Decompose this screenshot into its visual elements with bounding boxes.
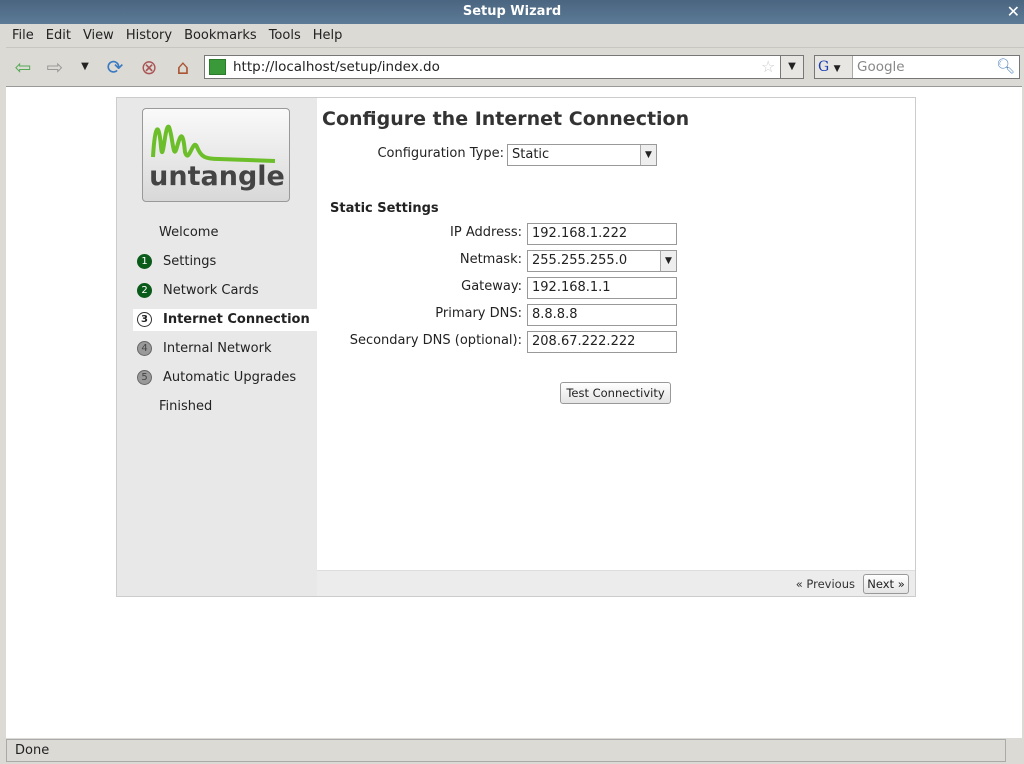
search-placeholder: Google [857, 59, 905, 75]
search-engine-icon[interactable]: G ▼ [815, 56, 853, 78]
netmask-input[interactable]: 255.255.255.0 ▼ [527, 250, 677, 272]
test-connectivity-button[interactable]: Test Connectivity [560, 382, 671, 404]
step-number-icon: 5 [137, 370, 152, 385]
step-internet-connection[interactable]: 3 Internet Connection [133, 309, 317, 331]
menu-tools[interactable]: Tools [263, 24, 307, 48]
step-settings[interactable]: 1 Settings [133, 251, 317, 273]
chevron-down-icon[interactable]: ▼ [640, 145, 656, 165]
step-network-cards[interactable]: 2 Network Cards [133, 280, 317, 302]
menu-edit[interactable]: Edit [40, 24, 77, 48]
close-icon[interactable]: ✕ [1007, 0, 1020, 24]
config-type-label: Configuration Type: [377, 146, 504, 161]
secondary-dns-optional-input[interactable]: 208.67.222.222 [527, 331, 677, 353]
url-input[interactable]: http://localhost/setup/index.do ☆ [204, 55, 804, 79]
wizard-footer: « Previous Next » [317, 570, 915, 596]
window-title: Setup Wizard [462, 4, 562, 19]
stop-icon[interactable]: ⊗ [136, 55, 162, 79]
field-label: Gateway: [461, 279, 522, 294]
window-titlebar: Setup Wizard [0, 0, 1024, 24]
menu-view[interactable]: View [77, 24, 120, 48]
step-welcome[interactable]: Welcome [133, 222, 317, 244]
bookmark-star-icon[interactable]: ☆ [761, 56, 775, 78]
menu-bookmarks[interactable]: Bookmarks [178, 24, 263, 48]
status-text: Done [15, 743, 50, 758]
field-value: 255.255.255.0 [532, 253, 628, 268]
logo-text: untangle [149, 161, 285, 192]
page-title: Configure the Internet Connection [322, 108, 690, 130]
menu-history[interactable]: History [120, 24, 178, 48]
step-internal-network[interactable]: 4 Internal Network [133, 338, 317, 360]
field-label: Primary DNS: [435, 306, 522, 321]
field-value: 192.168.1.1 [532, 280, 611, 295]
field-value: 192.168.1.222 [532, 226, 628, 241]
gateway-input[interactable]: 192.168.1.1 [527, 277, 677, 299]
step-number-icon: 4 [137, 341, 152, 356]
url-text: http://localhost/setup/index.do [233, 59, 440, 75]
step-finished[interactable]: Finished [133, 396, 317, 418]
search-input[interactable]: G ▼ Google 🔍︎ [814, 55, 1020, 79]
wizard-main: Configure the Internet Connection Config… [317, 98, 915, 596]
step-number-icon: 3 [137, 312, 152, 327]
field-label: Secondary DNS (optional): [349, 333, 522, 348]
step-automatic-upgrades[interactable]: 5 Automatic Upgrades [133, 367, 317, 389]
field-label: IP Address: [450, 225, 522, 240]
next-button[interactable]: Next » [863, 574, 909, 594]
site-favicon-icon [209, 59, 226, 75]
url-dropdown-icon[interactable]: ▼ [780, 55, 804, 79]
reload-icon[interactable]: ⟳ [102, 55, 128, 79]
menu-file[interactable]: File [6, 24, 40, 48]
history-dropdown-icon[interactable]: ▼ [72, 55, 98, 79]
step-number-icon: 2 [137, 283, 152, 298]
step-label: Internal Network [163, 341, 272, 356]
search-icon[interactable]: 🔍︎ [996, 57, 1015, 75]
step-number-icon: 1 [137, 254, 152, 269]
setup-wizard: untangle Welcome 1 Settings 2 Network Cards 3… [116, 97, 916, 597]
step-label: Internet Connection [163, 312, 310, 327]
menu-bar: File Edit View History Bookmarks Tools Help [6, 24, 1024, 48]
step-label: Network Cards [163, 283, 259, 298]
section-title: Static Settings [330, 201, 439, 216]
page-content: untangle Welcome 1 Settings 2 Network Cards 3… [6, 86, 1022, 738]
wizard-sidebar: untangle Welcome 1 Settings 2 Network Cards 3… [117, 98, 317, 596]
chevron-down-icon[interactable]: ▼ [660, 251, 676, 271]
field-label: Netmask: [459, 252, 522, 267]
ip-address-input[interactable]: 192.168.1.222 [527, 223, 677, 245]
config-type-value: Static [512, 147, 550, 162]
step-label: Automatic Upgrades [163, 370, 297, 385]
untangle-logo: untangle [142, 108, 290, 202]
previous-button[interactable]: « Previous [796, 577, 855, 591]
back-icon[interactable]: ⇦ [10, 55, 36, 79]
home-icon[interactable]: ⌂ [170, 55, 196, 79]
step-label: Finished [159, 399, 213, 414]
field-value: 208.67.222.222 [532, 334, 636, 349]
status-bar: Done [6, 739, 1006, 762]
step-label: Welcome [159, 225, 219, 240]
forward-icon[interactable]: ⇨ [42, 55, 68, 79]
config-type-select[interactable]: Static ▼ [507, 144, 657, 166]
step-label: Settings [163, 254, 217, 269]
logo-wave-icon [151, 124, 276, 163]
menu-help[interactable]: Help [307, 24, 349, 48]
primary-dns-input[interactable]: 8.8.8.8 [527, 304, 677, 326]
field-value: 8.8.8.8 [532, 307, 578, 322]
